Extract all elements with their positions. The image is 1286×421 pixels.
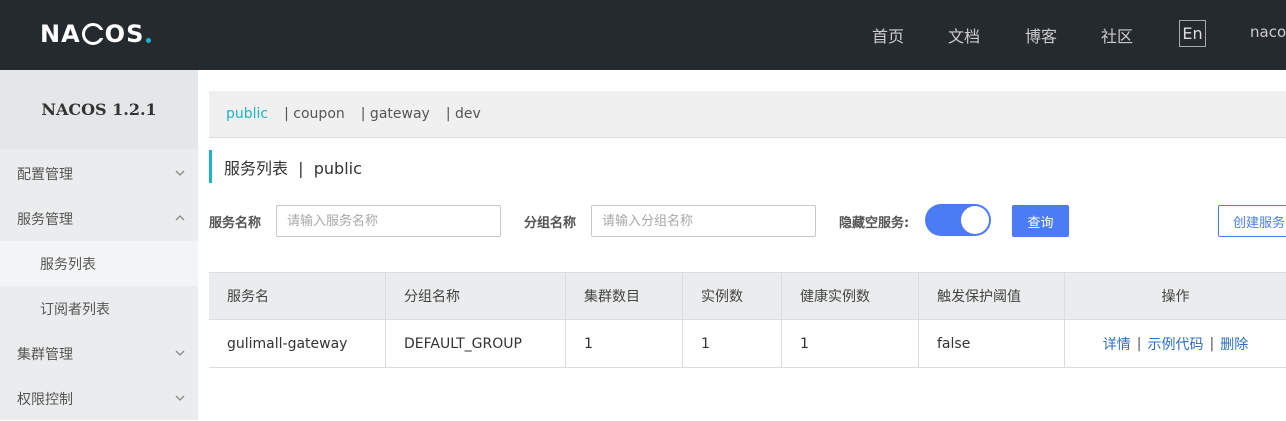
column-header: 触发保护阈值 (919, 273, 1065, 319)
page-title-text: 服务列表 | public (224, 158, 362, 178)
column-header: 健康实例数 (782, 273, 919, 319)
column-header: 服务名 (209, 273, 386, 319)
table-row: gulimall-gateway DEFAULT_GROUP 1 1 1 fal… (209, 320, 1286, 368)
sidebar-item-label: 权限控制 (17, 391, 73, 408)
sample-code-link[interactable]: 示例代码 (1148, 334, 1204, 354)
delete-link[interactable]: 删除 (1220, 334, 1248, 354)
service-name-input[interactable] (276, 205, 501, 237)
hide-empty-services-label: 隐藏空服务: (839, 216, 910, 231)
nav-docs-link[interactable]: 文档 (948, 23, 980, 47)
sidebar-item-label: 服务列表 (40, 256, 96, 273)
group-name-input[interactable] (591, 205, 816, 237)
group-name-label: 分组名称 (524, 216, 577, 231)
main-content: public | coupon | gateway | dev 服务列表 | p… (198, 70, 1286, 420)
query-button[interactable]: 查询 (1012, 205, 1069, 237)
hide-empty-services-toggle[interactable] (925, 204, 991, 236)
action-separator: | (1209, 335, 1215, 352)
sidebar-item-subscriber-list[interactable]: 订阅者列表 (0, 286, 198, 331)
toggle-knob (961, 206, 989, 234)
namespace-tab-dev[interactable]: | dev (446, 106, 481, 122)
sidebar: NACOS 1.2.1 配置管理 服务管理 服务列表 订阅者列表 集群管理 权限… (0, 70, 198, 420)
service-table: 服务名 分组名称 集群数目 实例数 健康实例数 触发保护阈值 操作 gulima… (209, 272, 1286, 368)
healthy-instance-count-cell: 1 (782, 320, 919, 367)
nav-home-link[interactable]: 首页 (872, 23, 904, 47)
column-header: 操作 (1161, 289, 1190, 305)
column-header: 集群数目 (566, 273, 683, 319)
sidebar-item-label: 配置管理 (17, 166, 73, 183)
create-service-button[interactable]: 创建服务 (1218, 205, 1286, 237)
sidebar-item-label: 集群管理 (17, 346, 73, 363)
chevron-down-icon (175, 170, 185, 176)
service-name-label: 服务名称 (209, 216, 262, 231)
page-title: 服务列表 | public (209, 150, 362, 183)
column-header: 实例数 (683, 273, 782, 319)
sidebar-title: NACOS 1.2.1 (0, 70, 198, 149)
sidebar-item-config-management[interactable]: 配置管理 (0, 151, 198, 196)
sidebar-item-access-control[interactable]: 权限控制 (0, 376, 198, 421)
nav-community-link[interactable]: 社区 (1101, 23, 1133, 47)
chevron-up-icon (175, 215, 185, 221)
filter-bar: 服务名称 分组名称 隐藏空服务: 查询 创建服务 (209, 204, 1286, 237)
cluster-count-cell: 1 (566, 320, 683, 367)
chevron-down-icon (175, 350, 185, 356)
sidebar-item-label: 订阅者列表 (40, 301, 110, 318)
namespace-tab-gateway[interactable]: | gateway (361, 106, 430, 122)
nav-blog-link[interactable]: 博客 (1025, 23, 1057, 47)
sidebar-item-service-management[interactable]: 服务管理 (0, 196, 198, 241)
action-separator: | (1136, 335, 1142, 352)
column-header: 分组名称 (386, 273, 566, 319)
details-link[interactable]: 详情 (1103, 334, 1131, 354)
sidebar-item-cluster-management[interactable]: 集群管理 (0, 331, 198, 376)
table-header-row: 服务名 分组名称 集群数目 实例数 健康实例数 触发保护阈值 操作 (209, 273, 1286, 320)
language-switch-button[interactable]: En (1179, 20, 1206, 47)
actions-cell: 详情 | 示例代码 | 删除 (1065, 320, 1286, 367)
instance-count-cell: 1 (683, 320, 782, 367)
sidebar-item-service-list[interactable]: 服务列表 (0, 241, 198, 286)
nacos-logo[interactable]: NA OS (40, 19, 152, 49)
top-navbar: NAOS 首页 文档 博客 社区 En nacos (0, 0, 1286, 70)
namespace-bar: public | coupon | gateway | dev (209, 91, 1286, 138)
chevron-down-icon (175, 395, 185, 401)
service-name-cell: gulimall-gateway (209, 320, 386, 367)
namespace-tab-coupon[interactable]: | coupon (284, 106, 345, 122)
protect-threshold-cell: false (919, 320, 1065, 367)
user-menu[interactable]: nacos (1250, 23, 1286, 41)
namespace-tab-public[interactable]: public (226, 106, 268, 122)
group-name-cell: DEFAULT_GROUP (386, 320, 566, 367)
sidebar-item-label: 服务管理 (17, 211, 73, 228)
